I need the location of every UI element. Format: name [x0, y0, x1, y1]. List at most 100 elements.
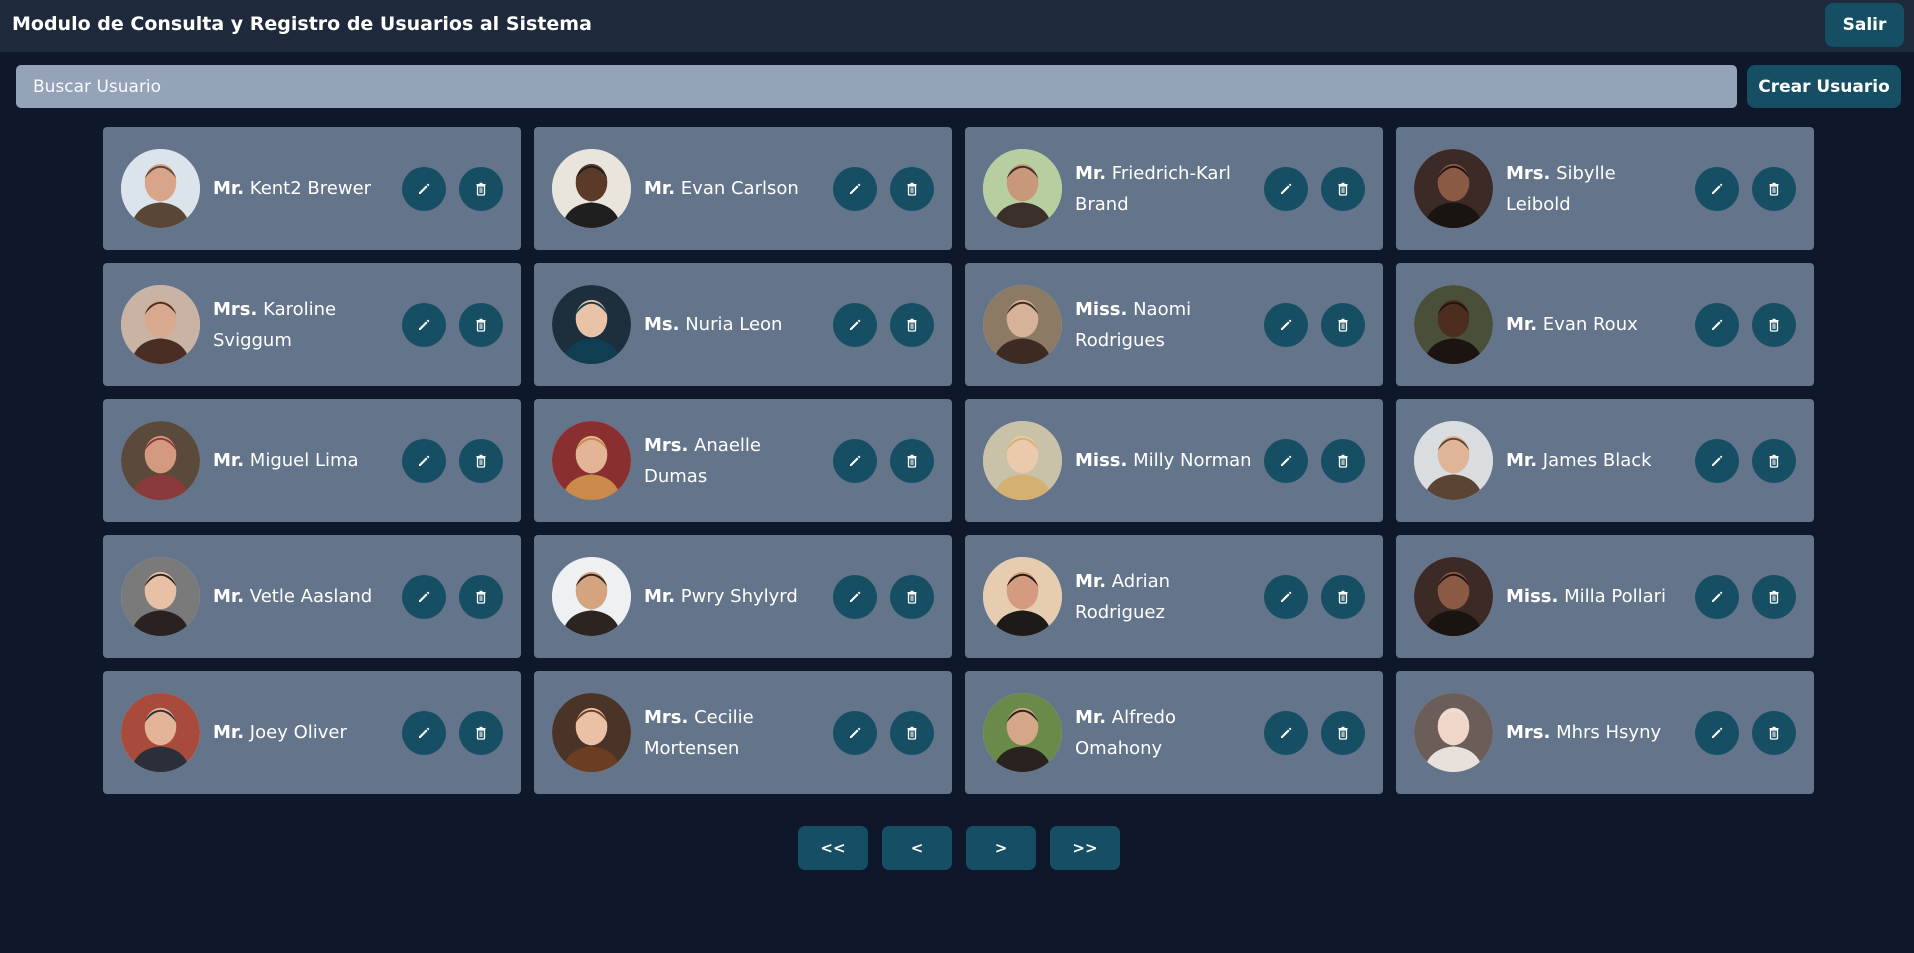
pencil-icon [850, 183, 861, 194]
user-title: Mr. [1075, 570, 1107, 592]
user-avatar [552, 285, 631, 364]
delete-user-button[interactable] [1321, 167, 1365, 211]
pencil-icon [1281, 591, 1292, 602]
user-full-name: Evan Carlson [680, 178, 799, 199]
user-full-name: Miguel Lima [249, 450, 359, 471]
trash-icon [907, 590, 917, 604]
edit-user-button[interactable] [1264, 303, 1308, 347]
delete-user-button[interactable] [1321, 711, 1365, 755]
edit-user-button[interactable] [1695, 439, 1739, 483]
edit-user-button[interactable] [1695, 711, 1739, 755]
edit-user-button[interactable] [1695, 303, 1739, 347]
user-avatar [121, 693, 200, 772]
next-page-button[interactable]: > [966, 826, 1036, 870]
user-name: Miss. Naomi Rodrigues [1075, 263, 1253, 386]
user-avatar [121, 421, 200, 500]
edit-user-button[interactable] [402, 303, 446, 347]
user-card: Mrs. Sibylle Leibold [1396, 127, 1814, 250]
delete-user-button[interactable] [890, 575, 934, 619]
trash-icon [1769, 726, 1779, 740]
delete-user-button[interactable] [1752, 303, 1796, 347]
user-full-name: Evan Roux [1542, 314, 1638, 335]
delete-user-button[interactable] [1752, 167, 1796, 211]
delete-user-button[interactable] [890, 711, 934, 755]
edit-user-button[interactable] [1264, 575, 1308, 619]
user-avatar [983, 693, 1062, 772]
delete-user-button[interactable] [459, 167, 503, 211]
trash-icon [907, 726, 917, 740]
user-avatar [983, 149, 1062, 228]
user-title: Miss. [1075, 450, 1128, 471]
user-card: Mr. Adrian Rodriguez [965, 535, 1383, 658]
user-avatar [1414, 693, 1493, 772]
logout-button[interactable]: Salir [1825, 3, 1904, 47]
user-card: Mrs. Mhrs Hsyny [1396, 671, 1814, 794]
pencil-icon [1281, 183, 1292, 194]
trash-icon [476, 318, 486, 332]
edit-user-button[interactable] [833, 439, 877, 483]
pencil-icon [850, 727, 861, 738]
user-name: Mr. Kent2 Brewer [213, 127, 391, 250]
delete-user-button[interactable] [1752, 439, 1796, 483]
delete-user-button[interactable] [459, 303, 503, 347]
delete-user-button[interactable] [890, 303, 934, 347]
user-avatar [121, 149, 200, 228]
delete-user-button[interactable] [890, 439, 934, 483]
search-input[interactable] [16, 65, 1737, 108]
edit-user-button[interactable] [833, 303, 877, 347]
edit-user-button[interactable] [833, 711, 877, 755]
delete-user-button[interactable] [1752, 575, 1796, 619]
user-card: Mr. James Black [1396, 399, 1814, 522]
delete-user-button[interactable] [1321, 575, 1365, 619]
edit-user-button[interactable] [402, 439, 446, 483]
pencil-icon [419, 319, 430, 330]
trash-icon [1338, 318, 1348, 332]
delete-user-button[interactable] [1321, 303, 1365, 347]
delete-user-button[interactable] [1752, 711, 1796, 755]
user-name: Mrs. Anaelle Dumas [644, 399, 822, 522]
user-avatar [1414, 149, 1493, 228]
user-name: Mr. Evan Carlson [644, 127, 822, 250]
user-title: Mr. [1075, 706, 1107, 728]
first-page-button[interactable]: << [798, 826, 868, 870]
pencil-icon [419, 455, 430, 466]
user-title: Mr. [213, 586, 245, 607]
user-avatar [1414, 421, 1493, 500]
edit-user-button[interactable] [1264, 167, 1308, 211]
edit-user-button[interactable] [1264, 439, 1308, 483]
last-page-button[interactable]: >> [1050, 826, 1120, 870]
user-card: Mrs. Cecilie Mortensen [534, 671, 952, 794]
edit-user-button[interactable] [833, 167, 877, 211]
prev-page-button[interactable]: < [882, 826, 952, 870]
user-card: Mr. Pwry Shylyrd [534, 535, 952, 658]
user-title: Miss. [1506, 586, 1559, 607]
user-avatar [552, 693, 631, 772]
user-title: Mrs. [1506, 722, 1551, 743]
user-card: Mr. Joey Oliver [103, 671, 521, 794]
edit-user-button[interactable] [833, 575, 877, 619]
user-title: Mrs. [1506, 162, 1551, 184]
user-name: Mr. Pwry Shylyrd [644, 535, 822, 658]
delete-user-button[interactable] [1321, 439, 1365, 483]
edit-user-button[interactable] [1264, 711, 1308, 755]
delete-user-button[interactable] [459, 711, 503, 755]
create-user-button[interactable]: Crear Usuario [1747, 65, 1901, 108]
edit-user-button[interactable] [1695, 167, 1739, 211]
edit-user-button[interactable] [402, 575, 446, 619]
delete-user-button[interactable] [459, 439, 503, 483]
pencil-icon [1712, 455, 1723, 466]
user-card: Ms. Nuria Leon [534, 263, 952, 386]
delete-user-button[interactable] [890, 167, 934, 211]
user-name: Miss. Milla Pollari [1506, 535, 1684, 658]
edit-user-button[interactable] [1695, 575, 1739, 619]
user-name: Mrs. Karoline Sviggum [213, 263, 391, 386]
pencil-icon [1281, 455, 1292, 466]
user-full-name: Nuria Leon [685, 314, 783, 335]
pencil-icon [1712, 727, 1723, 738]
edit-user-button[interactable] [402, 167, 446, 211]
trash-icon [907, 318, 917, 332]
edit-user-button[interactable] [402, 711, 446, 755]
delete-user-button[interactable] [459, 575, 503, 619]
trash-icon [1769, 318, 1779, 332]
user-avatar [983, 421, 1062, 500]
